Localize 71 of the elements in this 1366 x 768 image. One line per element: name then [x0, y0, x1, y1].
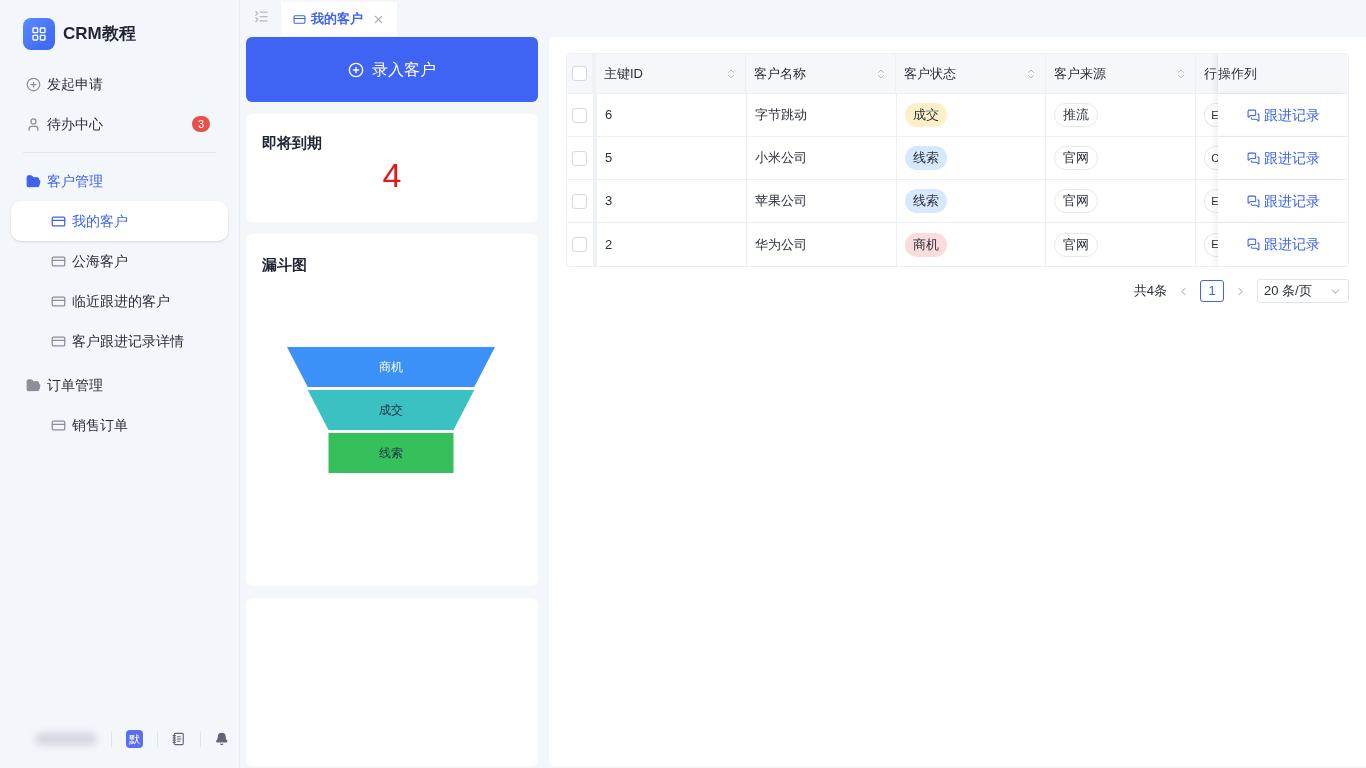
nav-item[interactable]: 发起申请: [11, 64, 228, 104]
sort-icon[interactable]: [725, 67, 737, 80]
logo-icon: [23, 18, 55, 50]
menu-group[interactable]: 订单管理: [11, 365, 228, 405]
add-customer-button[interactable]: 录入客户: [246, 37, 538, 102]
page-number[interactable]: 1: [1200, 280, 1224, 302]
follow-up-link[interactable]: 跟进记录: [1246, 104, 1320, 126]
card-icon: [51, 293, 66, 309]
sort-icon[interactable]: [875, 67, 887, 80]
status-tag: 线索: [904, 189, 947, 213]
user-icon: [26, 116, 41, 132]
chat-icon: [1246, 151, 1260, 165]
app-title: CRM教程: [63, 23, 136, 46]
column-header[interactable]: 客户名称: [746, 54, 896, 93]
follow-up-link[interactable]: 跟进记录: [1246, 147, 1320, 169]
follow-up-link[interactable]: 跟进记录: [1246, 234, 1320, 255]
chat-icon: [1246, 238, 1260, 251]
expiring-count: 4: [381, 154, 403, 195]
menu-item[interactable]: 公海客户: [11, 241, 228, 281]
plus-icon: [348, 61, 364, 78]
column-header: 操作列: [1218, 54, 1348, 93]
row-checkbox[interactable]: [572, 107, 588, 123]
table-cell-text: 6: [604, 106, 613, 125]
card-icon: [51, 213, 66, 229]
table-cell-text: 2: [604, 235, 613, 254]
page-tab[interactable]: 我的客户: [281, 2, 397, 36]
row-checkbox[interactable]: [572, 193, 588, 209]
total-count: 共4条: [1133, 282, 1167, 301]
collapse-icon[interactable]: [254, 9, 269, 24]
follow-up-link[interactable]: 跟进记录: [1246, 190, 1320, 212]
table-cell-text: 3: [604, 192, 613, 211]
card-title: 即将到期: [262, 133, 323, 153]
card-icon: [51, 253, 66, 269]
folder-icon: [26, 377, 41, 393]
plus-icon: [26, 76, 41, 92]
column-header[interactable]: 客户状态: [896, 54, 1046, 93]
card-icon: [51, 333, 66, 349]
row-checkbox[interactable]: [572, 150, 588, 166]
table-cell-text: 华为公司: [754, 235, 807, 254]
card-title: 漏斗图: [262, 255, 308, 275]
folder-icon: [26, 173, 41, 189]
page-size-select[interactable]: 20 条/页: [1257, 279, 1349, 303]
chat-icon: [1246, 194, 1260, 208]
chat-icon: [1246, 108, 1260, 122]
nav-item[interactable]: 待办中心 3: [11, 104, 228, 144]
funnel-drawing: 商机 成交 线索: [287, 346, 497, 476]
table-cell-text: 字节跳动: [754, 106, 807, 125]
mode-toggle[interactable]: 默: [125, 730, 144, 748]
table-cell-text: 苹果公司: [754, 192, 807, 211]
status-tag: 商机: [904, 232, 947, 257]
card-icon: [293, 12, 306, 26]
count-badge: 3: [192, 116, 210, 132]
notebook-icon[interactable]: [172, 732, 186, 746]
menu-item[interactable]: 临近跟进的客户: [11, 281, 228, 321]
menu-item[interactable]: 销售订单: [11, 405, 228, 445]
menu-item[interactable]: 我的客户: [11, 201, 228, 241]
column-header[interactable]: 客户来源: [1046, 54, 1196, 93]
card-icon: [51, 417, 66, 433]
bell-icon[interactable]: [214, 732, 228, 746]
select-all-checkbox[interactable]: [572, 66, 587, 81]
sort-icon[interactable]: [1025, 67, 1037, 80]
sort-icon[interactable]: [1175, 67, 1187, 80]
table-cell-text: 5: [604, 149, 613, 168]
status-tag: 线索: [904, 146, 947, 170]
user-avatar[interactable]: [35, 732, 97, 746]
column-header[interactable]: 主键ID: [596, 54, 746, 93]
menu-group[interactable]: 客户管理: [11, 161, 228, 201]
table-cell-text: 小米公司: [754, 149, 807, 168]
status-tag: 成交: [904, 103, 947, 127]
menu-item[interactable]: 客户跟进记录详情: [11, 321, 228, 361]
row-checkbox[interactable]: [572, 237, 588, 252]
